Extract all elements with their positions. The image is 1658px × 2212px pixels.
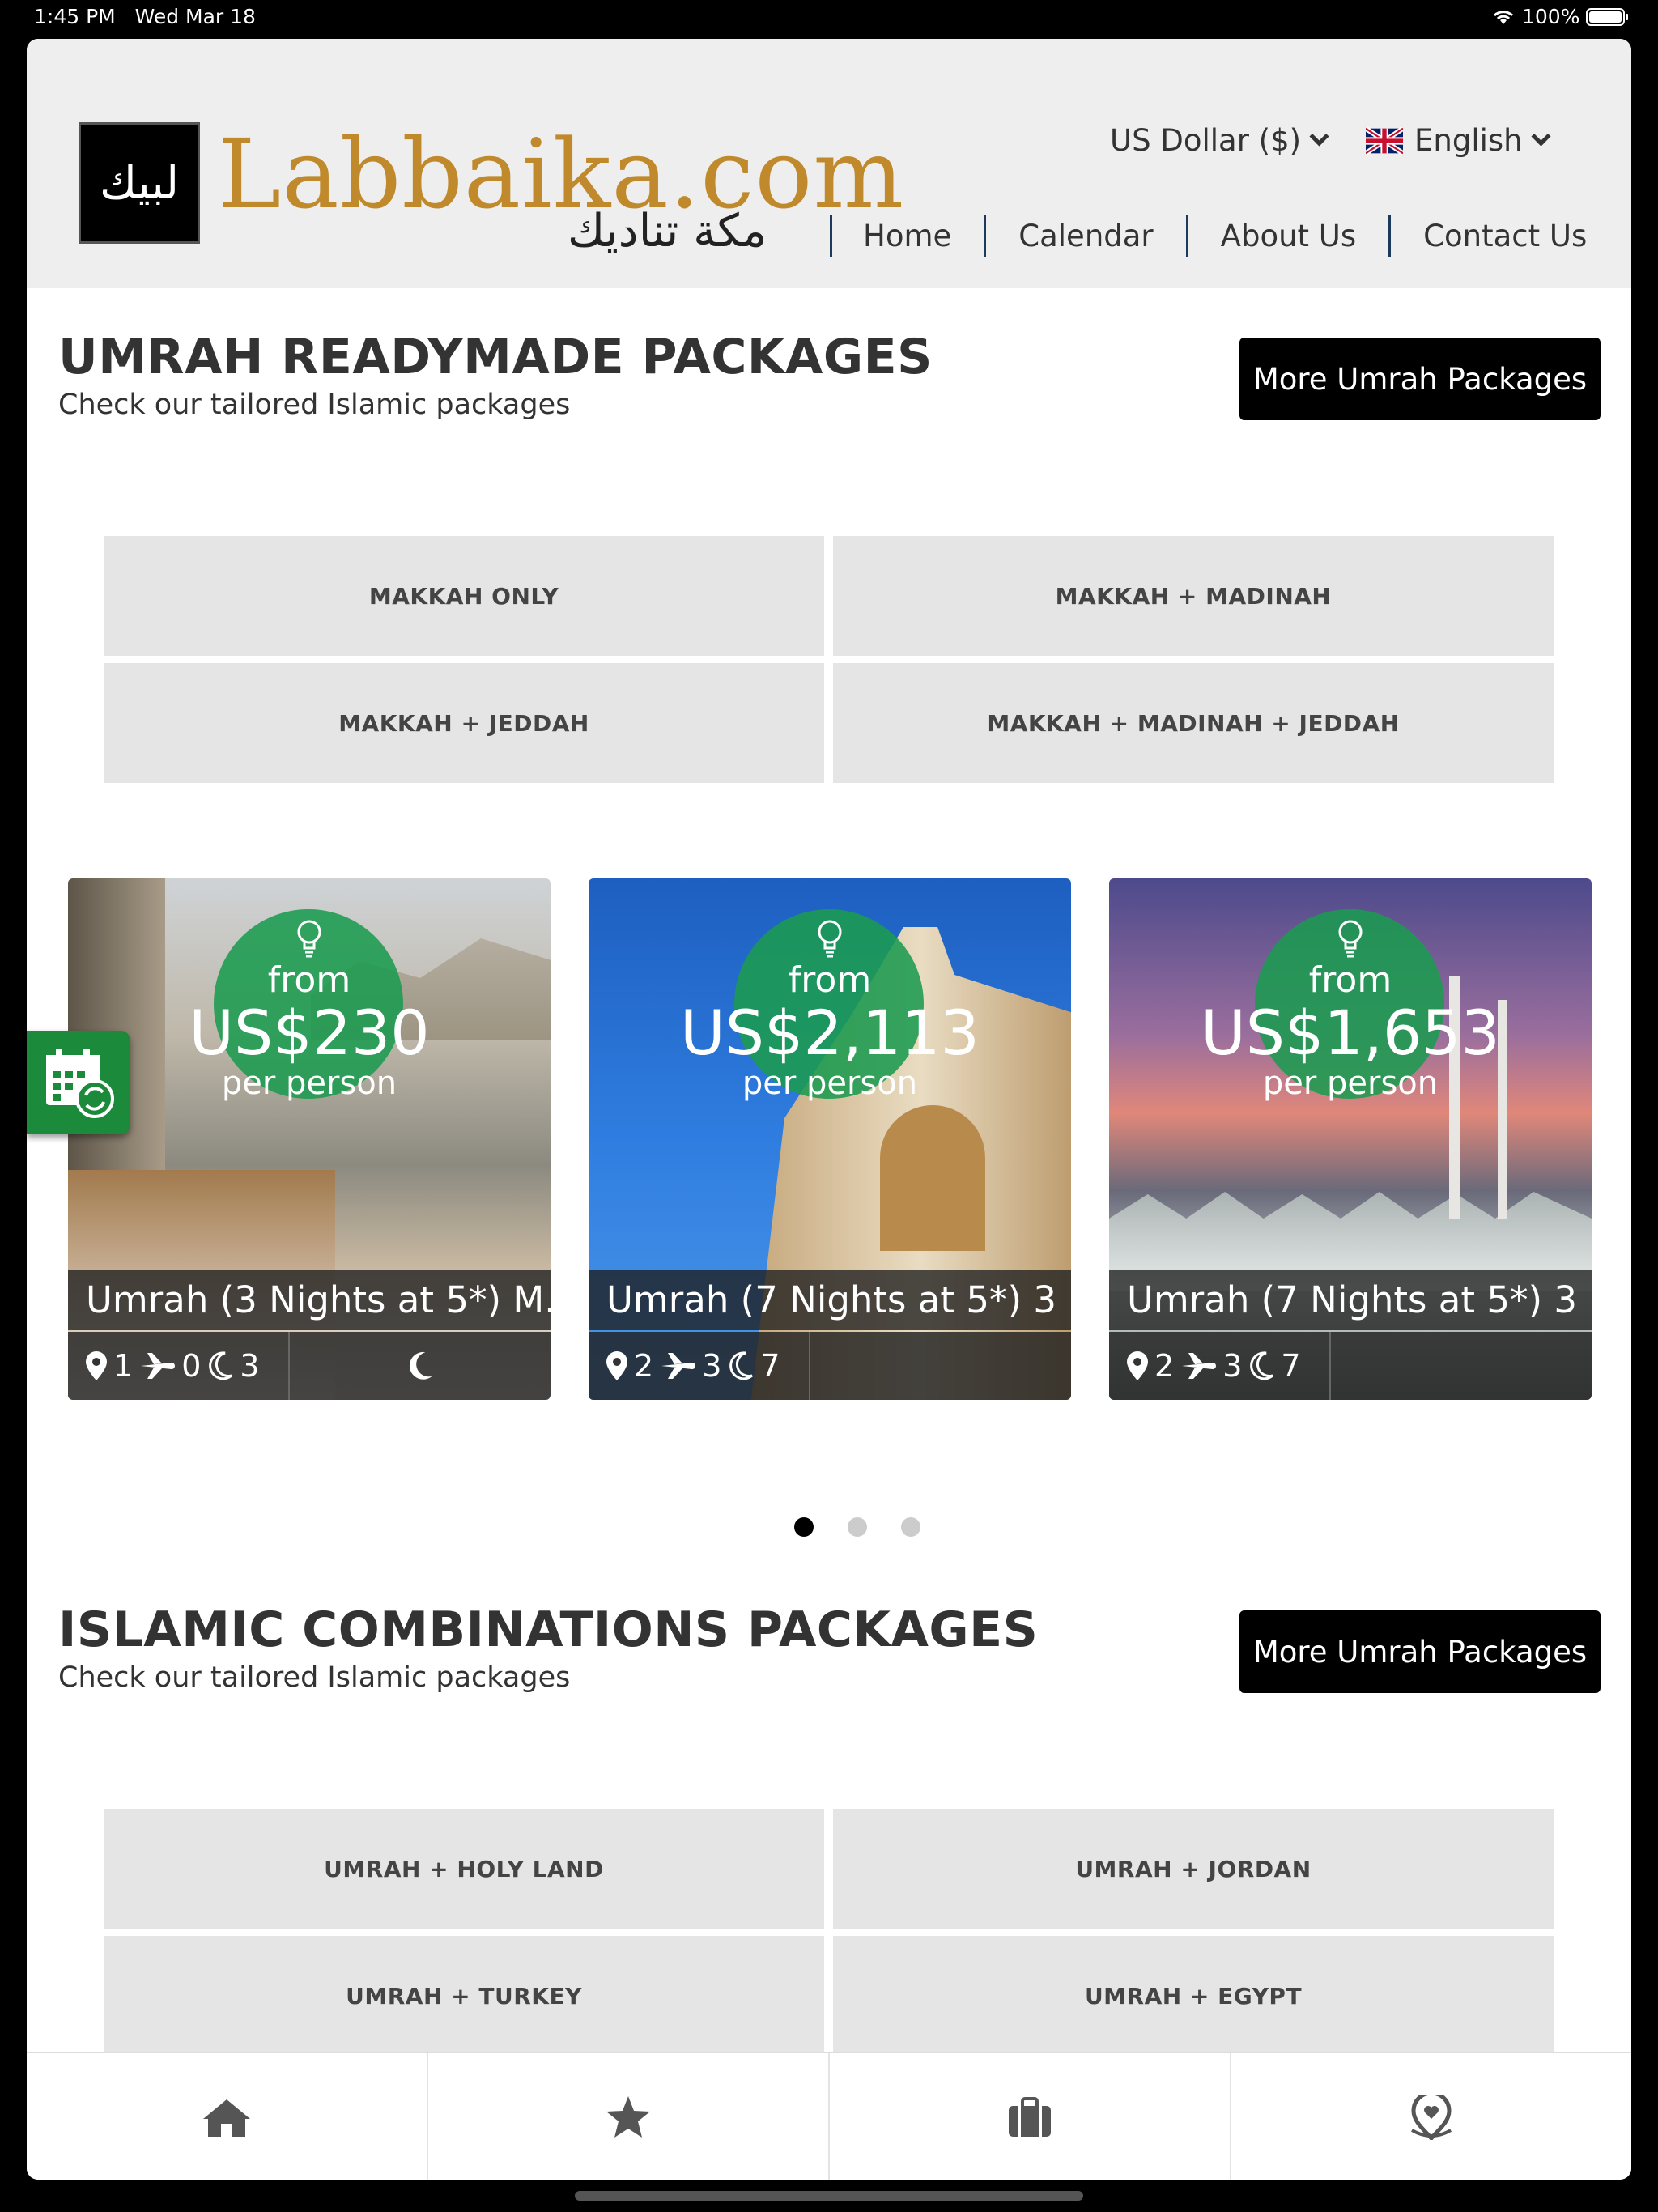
nav-home[interactable]: Home: [830, 215, 984, 257]
uk-flag-icon: [1366, 126, 1403, 155]
moon-icon: [409, 1351, 432, 1380]
package-card[interactable]: from US$2,113 per person Umrah (7 Nights…: [589, 878, 1071, 1400]
browser-page: لبيك Labbaika.com مكة تناديك US Dollar (…: [27, 39, 1631, 2180]
tab-packages[interactable]: [830, 2053, 1231, 2180]
nav-contact-us[interactable]: Contact Us: [1388, 215, 1587, 257]
category-umrah-holy-land[interactable]: UMRAH + HOLY LAND: [104, 1809, 824, 1929]
plane-icon: [141, 1353, 176, 1379]
package-stats: 1 0 3: [68, 1332, 551, 1400]
package-stats: 2 3 7: [1109, 1332, 1592, 1400]
chevron-down-icon: [1309, 126, 1329, 147]
more-umrah-packages-button[interactable]: More Umrah Packages: [1239, 1610, 1601, 1693]
package-title: Umrah (7 Nights at 5*) 3 ...: [589, 1270, 1071, 1330]
tab-favorites[interactable]: [428, 2053, 830, 2180]
lightbulb-icon: [297, 920, 321, 958]
nights-count: 3: [240, 1348, 260, 1384]
moon-icon: [209, 1351, 233, 1380]
package-stats: 2 3 7: [589, 1332, 1071, 1400]
language-select[interactable]: English: [1366, 123, 1551, 158]
battery-percent: 100%: [1522, 5, 1580, 28]
chevron-down-icon: [1531, 126, 1551, 147]
locations-count: 1: [113, 1348, 134, 1384]
category-umrah-jordan[interactable]: UMRAH + JORDAN: [833, 1809, 1554, 1929]
flights-count: 0: [181, 1348, 202, 1384]
luggage-icon: [1009, 2097, 1051, 2137]
moon-icon: [1250, 1351, 1274, 1380]
nav-calendar[interactable]: Calendar: [984, 215, 1185, 257]
more-umrah-packages-button[interactable]: More Umrah Packages: [1239, 338, 1601, 420]
calendar-widget-button[interactable]: [27, 1031, 130, 1134]
package-card[interactable]: from US$1,653 per person Umrah (7 Nights…: [1109, 878, 1592, 1400]
site-header: لبيك Labbaika.com مكة تناديك US Dollar (…: [27, 39, 1631, 288]
category-makkah-jeddah[interactable]: MAKKAH + JEDDAH: [104, 663, 824, 783]
main-nav: Home Calendar About Us Contact Us: [830, 215, 1587, 257]
moon-icon: [729, 1351, 754, 1380]
section-subtitle-readymade: Check our tailored Islamic packages: [58, 389, 571, 421]
flights-count: 3: [702, 1348, 722, 1384]
carousel-pagination: [794, 1517, 920, 1537]
status-time: 1:45 PM Wed Mar 18: [34, 5, 256, 28]
package-card[interactable]: from US$230 per person Umrah (3 Nights a…: [68, 878, 551, 1400]
status-right: 100%: [1491, 5, 1630, 28]
section-title-readymade: UMRAH READYMADE PACKAGES: [58, 329, 933, 385]
locations-count: 2: [634, 1348, 654, 1384]
price-value: US$2,113: [680, 997, 980, 1069]
package-title: Umrah (7 Nights at 5*) 3 ...: [1109, 1270, 1592, 1330]
location-pin-icon: [606, 1351, 627, 1380]
section-subtitle-combinations: Check our tailored Islamic packages: [58, 1661, 571, 1694]
logo-text[interactable]: Labbaika.com: [218, 126, 904, 222]
carousel-dot[interactable]: [848, 1517, 867, 1537]
wifi-icon: [1493, 10, 1514, 24]
star-icon: [606, 2096, 650, 2138]
carousel-dot[interactable]: [901, 1517, 920, 1537]
flights-count: 3: [1222, 1348, 1243, 1384]
price-from-label: from: [1308, 959, 1392, 1001]
lightbulb-icon: [818, 920, 842, 958]
category-makkah-madinah-jeddah[interactable]: MAKKAH + MADINAH + JEDDAH: [833, 663, 1554, 783]
bottom-tab-bar: [27, 2052, 1631, 2180]
price-per-label: per person: [221, 1065, 397, 1102]
lightbulb-icon: [1338, 920, 1363, 958]
location-pin-icon: [86, 1351, 107, 1380]
logo-emblem[interactable]: لبيك: [79, 122, 200, 244]
nav-about-us[interactable]: About Us: [1185, 215, 1389, 257]
plane-icon: [661, 1353, 696, 1379]
price-per-label: per person: [742, 1065, 918, 1102]
map-pin-heart-icon: [1410, 2095, 1452, 2140]
home-indicator[interactable]: [575, 2191, 1083, 2201]
category-umrah-egypt[interactable]: UMRAH + EGYPT: [833, 1936, 1554, 2056]
nights-count: 7: [760, 1348, 780, 1384]
category-makkah-only[interactable]: MAKKAH ONLY: [104, 536, 824, 656]
battery-icon: [1586, 7, 1629, 26]
price-value: US$230: [189, 997, 430, 1069]
currency-select[interactable]: US Dollar ($): [1110, 123, 1329, 158]
nights-count: 7: [1281, 1348, 1301, 1384]
carousel-dot-active[interactable]: [794, 1517, 814, 1537]
location-pin-icon: [1127, 1351, 1148, 1380]
package-title: Umrah (3 Nights at 5*) M...: [68, 1270, 551, 1330]
category-makkah-madinah[interactable]: MAKKAH + MADINAH: [833, 536, 1554, 656]
logo-arabic-tagline: مكة تناديك: [568, 205, 767, 257]
tab-home[interactable]: [27, 2053, 428, 2180]
category-umrah-turkey[interactable]: UMRAH + TURKEY: [104, 1936, 824, 2056]
price-from-label: from: [267, 959, 351, 1001]
home-icon: [203, 2099, 250, 2137]
locations-count: 2: [1154, 1348, 1175, 1384]
tab-destinations[interactable]: [1231, 2053, 1631, 2180]
price-per-label: per person: [1262, 1065, 1439, 1102]
section-title-combinations: ISLAMIC COMBINATIONS PACKAGES: [58, 1602, 1039, 1658]
calendar-refresh-icon: [46, 1049, 114, 1118]
price-from-label: from: [788, 959, 872, 1001]
plane-icon: [1182, 1353, 1217, 1379]
price-value: US$1,653: [1201, 997, 1500, 1069]
